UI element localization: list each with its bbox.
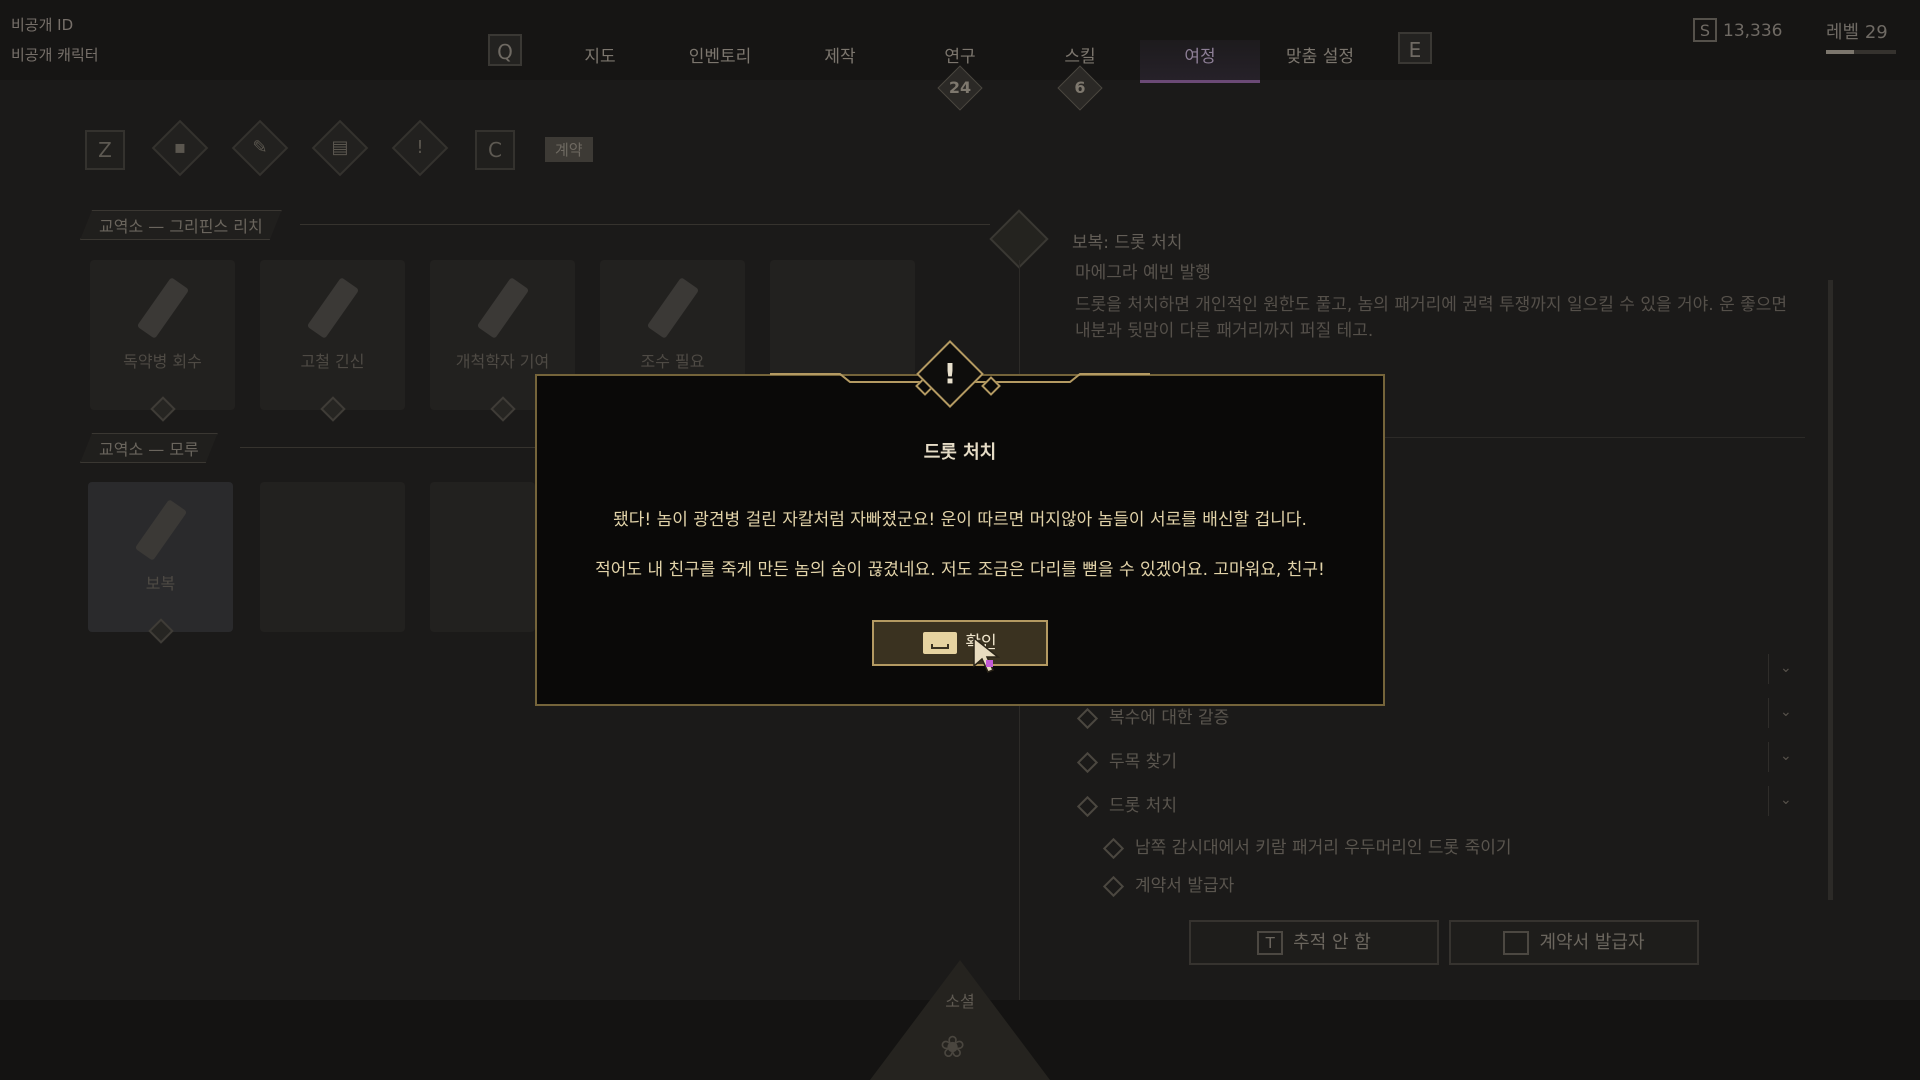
social-label: 소셜 (945, 992, 975, 1011)
sub-objective-diamond-icon (1102, 875, 1125, 897)
tab-customize[interactable]: 맞춤 설정 (1265, 42, 1375, 67)
status-diamond-icon (150, 396, 176, 422)
dialog-title: 드롯 처치 (923, 442, 997, 463)
category-bookmark-icon[interactable]: ▪ (151, 119, 209, 177)
chevron-down-icon[interactable]: ⌄ (1780, 704, 1792, 720)
confirm-button[interactable]: 확인 (872, 620, 1048, 666)
account-id-label: 비공개 ID (11, 16, 74, 34)
contract-issuer: 마에그라 예빈 발행 (1075, 263, 1211, 283)
space-key-icon (923, 632, 958, 654)
objective-row[interactable]: 드롯 처치 (1076, 791, 1177, 817)
objective-label: 드롯 처치 (1109, 796, 1177, 816)
sub-objective-label: 남쪽 감시대에서 키람 패거리 우두머리인 드롯 죽이기 (1135, 838, 1512, 858)
objective-row[interactable]: 복수에 대한 갈증 (1076, 703, 1230, 729)
status-diamond-icon (490, 396, 516, 422)
tool-icon (136, 277, 190, 339)
section-header-anvil: 교역소 — 모루 (80, 433, 218, 463)
contract-description: 드롯을 처치하면 개인적인 원한도 풀고, 놈의 패거리에 권력 투쟁까지 일으… (1075, 295, 1788, 341)
contract-issuer-button[interactable]: 계약서 발급자 (1449, 920, 1699, 965)
empty-contract-slot (430, 482, 535, 632)
currency-display: S 13,336 (1693, 18, 1782, 42)
objective-check-icon (1076, 751, 1099, 773)
contract-card-selected[interactable]: 보복 (88, 482, 233, 644)
space-key-icon (1503, 931, 1530, 955)
contract-tag[interactable]: 계약 (545, 137, 593, 162)
contract-issuer-button-label: 계약서 발급자 (1539, 932, 1645, 953)
status-diamond-icon (320, 396, 346, 422)
chevron-down-icon[interactable]: ⌄ (1780, 792, 1792, 808)
objective-label: 복수에 대한 갈증 (1109, 708, 1230, 728)
character-name-label: 비공개 캐릭터 (11, 46, 99, 64)
dialog-message-line-1: 됐다! 놈이 광견병 걸린 자칼처럼 자빠졌군요! 운이 따르면 머지않아 놈들… (613, 510, 1307, 530)
tool-icon (306, 277, 360, 339)
objective-row[interactable]: 두목 찾기 (1076, 747, 1177, 773)
contract-card-name: 고철 긴신 (300, 352, 365, 371)
subnav-next-key[interactable]: C (475, 130, 515, 170)
section-header-griffins-reach: 교역소 — 그리핀스 리치 (80, 210, 282, 240)
social-paw-icon: ❀ (940, 1030, 966, 1065)
dialog-message-line-2: 적어도 내 친구를 죽게 만든 놈의 숨이 끊겼네요. 저도 조금은 다리를 뻗… (595, 560, 1325, 580)
empty-contract-slot (260, 482, 405, 632)
currency-icon: S (1693, 18, 1717, 42)
status-diamond-icon (148, 618, 174, 644)
row-separator (1768, 786, 1769, 816)
mouse-cursor-icon (973, 636, 1001, 673)
tab-inventory[interactable]: 인벤토리 (665, 42, 775, 67)
subnav-prev-key[interactable]: Z (85, 130, 125, 170)
section-divider (240, 447, 540, 448)
tab-research[interactable]: 연구 (905, 42, 1015, 67)
tab-crafting[interactable]: 제작 (785, 42, 895, 67)
row-separator (1768, 654, 1769, 684)
objective-check-icon (1076, 707, 1099, 729)
track-key: T (1257, 931, 1284, 955)
sub-objective-row: 남쪽 감시대에서 키람 패거리 우두머리인 드롯 죽이기 (1102, 833, 1512, 859)
contract-card-name: 개척학자 기여 (455, 352, 550, 371)
category-quill-icon[interactable]: ✎ (231, 119, 289, 177)
currency-amount: 13,336 (1723, 21, 1783, 41)
untrack-button[interactable]: T 추적 안 함 (1189, 920, 1439, 965)
tool-icon (134, 499, 188, 561)
tab-map[interactable]: 지도 (545, 42, 655, 67)
section-divider (300, 224, 990, 225)
contract-card-name: 보복 (145, 574, 176, 593)
row-separator (1768, 742, 1769, 772)
contract-card-name: 독약병 회수 (123, 352, 202, 371)
contract-card[interactable]: 고철 긴신 (260, 260, 405, 422)
player-level: 레벨 29 (1826, 22, 1888, 43)
category-note-icon[interactable]: ▤ (311, 119, 369, 177)
chevron-down-icon[interactable]: ⌄ (1780, 660, 1792, 676)
contract-card-name: 조수 필요 (640, 352, 705, 371)
sub-objective-row: 계약서 발급자 (1102, 871, 1235, 897)
sub-objective-check-icon (1102, 837, 1125, 859)
tab-journey[interactable]: 여정 (1145, 42, 1255, 67)
row-separator (1768, 698, 1769, 728)
contract-card[interactable]: 독약병 회수 (90, 260, 235, 422)
contract-title: 보복: 드롯 처치 (1072, 233, 1183, 253)
untrack-button-label: 추적 안 함 (1293, 932, 1371, 953)
tool-icon (646, 277, 700, 339)
level-progress-fill (1826, 50, 1854, 54)
sub-objective-label: 계약서 발급자 (1135, 876, 1235, 896)
tab-skills[interactable]: 스킬 (1025, 42, 1135, 67)
objective-diamond-icon (1076, 795, 1099, 817)
nav-next-key[interactable]: E (1398, 32, 1432, 64)
category-alert-icon[interactable]: ! (391, 119, 449, 177)
nav-prev-key[interactable]: Q (488, 34, 522, 66)
right-panel-scrollbar[interactable] (1828, 280, 1833, 900)
tool-icon (476, 277, 530, 339)
level-progress-bar (1826, 50, 1896, 54)
objective-label: 두목 찾기 (1109, 752, 1177, 772)
chevron-down-icon[interactable]: ⌄ (1780, 748, 1792, 764)
